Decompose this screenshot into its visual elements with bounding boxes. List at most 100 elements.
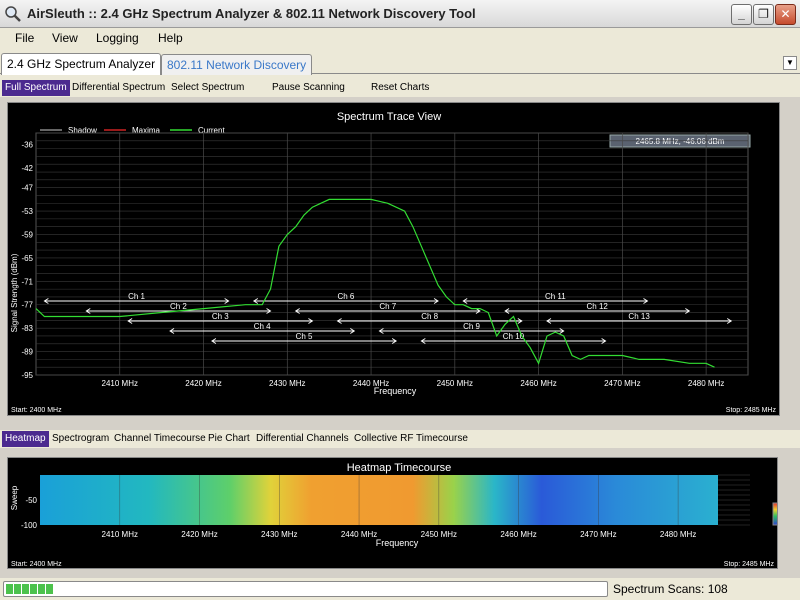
status-bar: Spectrum Scans: 108 bbox=[0, 578, 800, 600]
progress-block bbox=[30, 584, 37, 594]
x-tick-label: 2480 MHz bbox=[688, 379, 724, 388]
tab-differential-channels[interactable]: Differential Channels bbox=[253, 431, 352, 447]
minimize-button[interactable]: _ bbox=[731, 4, 752, 25]
spectrum-xlabel: Frequency bbox=[374, 386, 417, 396]
cursor-readout: 2465.8 MHz, -46.06 dBm bbox=[636, 137, 725, 146]
heatmap-chart[interactable]: Heatmap Timecourse 2410 MHz 2420 MHz 2430 … bbox=[8, 458, 784, 568]
channel-label: Ch 1 bbox=[128, 292, 145, 301]
y-tick-label: -65 bbox=[21, 254, 33, 263]
menu-help[interactable]: Help bbox=[158, 31, 183, 45]
pause-scanning-button[interactable]: Pause Scanning bbox=[269, 80, 348, 96]
restore-button[interactable]: ❐ bbox=[753, 4, 774, 25]
channel-label: Ch 7 bbox=[379, 302, 396, 311]
spectrum-chart[interactable]: Spectrum Trace View Shadow Maxima Current … bbox=[8, 103, 779, 415]
x-tick-label: 2460 MHz bbox=[520, 379, 556, 388]
y-tick-label: -95 bbox=[21, 371, 33, 380]
channel-label: Ch 8 bbox=[421, 312, 438, 321]
menu-bar: File View Logging Help bbox=[0, 28, 800, 48]
legend-entry: Maxima bbox=[132, 126, 161, 135]
heatmap-title: Heatmap Timecourse bbox=[347, 462, 452, 474]
x-tick-label: 2410 MHz bbox=[102, 379, 138, 388]
menu-file[interactable]: File bbox=[15, 31, 34, 45]
x-tick-label: 2470 MHz bbox=[580, 530, 616, 539]
progress-block bbox=[22, 584, 29, 594]
magnifier-icon bbox=[5, 6, 21, 22]
tab-pie-chart[interactable]: Pie Chart bbox=[205, 431, 253, 447]
heatmap-ylabel: Sweep bbox=[10, 485, 19, 510]
spectrum-scans-count: Spectrum Scans: 108 bbox=[613, 582, 728, 596]
x-tick-label: 2470 MHz bbox=[604, 379, 640, 388]
spectrum-chart-title: Spectrum Trace View bbox=[337, 111, 441, 123]
x-tick-label: 2480 MHz bbox=[660, 530, 696, 539]
menu-view[interactable]: View bbox=[52, 31, 78, 45]
x-tick-label: 2410 MHz bbox=[102, 530, 138, 539]
spectrum-start-label: Start: 2400 MHz bbox=[11, 407, 62, 414]
channel-label: Ch 2 bbox=[170, 302, 187, 311]
plot-area bbox=[35, 132, 749, 376]
spectrum-y-ticks: -36 -42 -47 -53 -59 -65 -71 -77 -83 -89 -95 bbox=[21, 141, 33, 380]
tab-full-spectrum[interactable]: Full Spectrum bbox=[2, 80, 70, 96]
x-tick-label: 2430 MHz bbox=[269, 379, 305, 388]
y-tick-label: -89 bbox=[21, 348, 33, 357]
tab-network-discovery[interactable]: 802.11 Network Discovery bbox=[161, 54, 313, 75]
progress-block bbox=[38, 584, 45, 594]
legend-entry: Shadow bbox=[68, 126, 97, 135]
tab-menu-chevron-icon[interactable]: ▼ bbox=[783, 56, 797, 70]
x-tick-label: 2450 MHz bbox=[421, 530, 457, 539]
y-tick-label: -59 bbox=[21, 230, 33, 239]
tab-collective-rf-timecourse[interactable]: Collective RF Timecourse bbox=[351, 431, 471, 447]
y-tick-label: -71 bbox=[21, 277, 33, 286]
channel-label: Ch 11 bbox=[545, 292, 566, 301]
channel-label: Ch 12 bbox=[587, 302, 609, 311]
main-tab-strip: 2.4 GHz Spectrum Analyzer 802.11 Network… bbox=[0, 52, 800, 75]
tab-differential-spectrum[interactable]: Differential Spectrum bbox=[69, 80, 168, 96]
y-tick-label: -42 bbox=[21, 164, 33, 173]
y-tick-label: -36 bbox=[21, 141, 33, 150]
window-title: AirSleuth :: 2.4 GHz Spectrum Analyzer &… bbox=[27, 6, 476, 21]
heatmap-chart-frame: Heatmap Timecourse 2410 MHz 2420 MHz 2430 … bbox=[7, 457, 784, 569]
y-tick-label: -77 bbox=[21, 301, 33, 310]
spectrum-grid bbox=[35, 132, 749, 376]
y-tick-label: -47 bbox=[21, 184, 33, 193]
tab-heatmap[interactable]: Heatmap bbox=[2, 431, 49, 447]
chart-legend: Shadow Maxima Current bbox=[40, 126, 225, 135]
spectrum-chart-frame: Spectrum Trace View Shadow Maxima Current … bbox=[7, 102, 780, 416]
channel-label: Ch 3 bbox=[212, 312, 229, 321]
channel-label: Ch 9 bbox=[463, 322, 480, 331]
title-bar: AirSleuth :: 2.4 GHz Spectrum Analyzer &… bbox=[0, 0, 800, 28]
progress-block bbox=[14, 584, 21, 594]
tab-channel-timecourse[interactable]: Channel Timecourse bbox=[111, 431, 209, 447]
reset-charts-button[interactable]: Reset Charts bbox=[368, 80, 432, 96]
heatmap-stop-label: Stop: 2485 MHz bbox=[724, 561, 775, 568]
app-window: AirSleuth :: 2.4 GHz Spectrum Analyzer &… bbox=[0, 0, 800, 600]
y-tick-label: -53 bbox=[21, 207, 33, 216]
close-button[interactable]: ✕ bbox=[775, 4, 796, 25]
heatmap-start-label: Start: 2400 MHz bbox=[11, 561, 62, 568]
channel-label: Ch 5 bbox=[296, 332, 313, 341]
x-tick-label: 2450 MHz bbox=[437, 379, 473, 388]
y-tick-label: -50 bbox=[25, 496, 37, 505]
heatmap-y-ticks: -100 -50 bbox=[21, 496, 38, 530]
x-tick-label: 2420 MHz bbox=[185, 379, 221, 388]
spectrum-ylabel: Signal Strength (dBm) bbox=[10, 253, 19, 332]
bottom-tabs: Heatmap Spectrogram Channel Timecourse P… bbox=[0, 431, 800, 447]
channel-label: Ch 6 bbox=[337, 292, 354, 301]
x-tick-label: 2430 MHz bbox=[261, 530, 297, 539]
channel-label: Ch 4 bbox=[254, 322, 271, 331]
menu-logging[interactable]: Logging bbox=[96, 31, 139, 45]
y-tick-label: -83 bbox=[21, 324, 33, 333]
scan-progress-bar bbox=[3, 581, 608, 597]
series-current-line bbox=[35, 198, 715, 368]
channel-label: Ch 13 bbox=[628, 312, 650, 321]
heatmap-color-scale bbox=[772, 502, 784, 526]
x-tick-label: 2460 MHz bbox=[500, 530, 536, 539]
x-tick-label: 2440 MHz bbox=[341, 530, 377, 539]
progress-block bbox=[46, 584, 53, 594]
heatmap-xlabel: Frequency bbox=[376, 538, 419, 548]
spectrum-tabs: Full Spectrum Differential Spectrum Sele… bbox=[0, 80, 800, 96]
tab-select-spectrum[interactable]: Select Spectrum bbox=[168, 80, 247, 96]
tab-spectrogram[interactable]: Spectrogram bbox=[49, 431, 112, 447]
heatmap-cells bbox=[40, 475, 718, 525]
tab-spectrum-analyzer[interactable]: 2.4 GHz Spectrum Analyzer bbox=[1, 53, 162, 75]
spectrum-stop-label: Stop: 2485 MHz bbox=[726, 407, 777, 414]
